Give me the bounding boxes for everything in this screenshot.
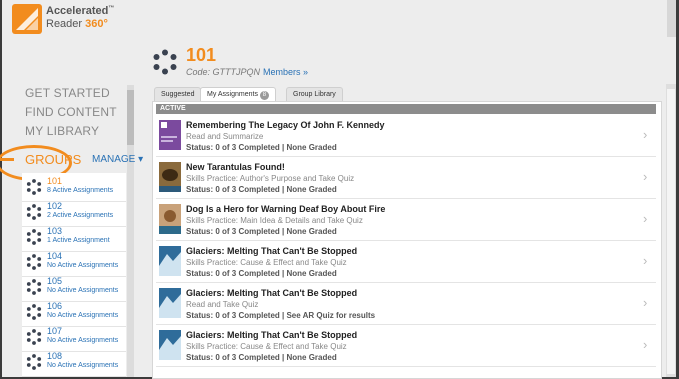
members-link[interactable]: Members » — [263, 67, 308, 77]
group-icon — [153, 49, 177, 75]
chevron-right-icon[interactable]: › — [643, 295, 647, 310]
assignment-status: Status: 0 of 3 Completed | See AR Quiz f… — [186, 311, 376, 320]
accelerated-reader-logo-icon — [12, 4, 42, 34]
group-icon — [26, 229, 42, 245]
assignment-activity: Skills Practice: Main Idea & Details and… — [186, 216, 363, 225]
group-code: Code: GTTTJPQN — [186, 67, 261, 77]
group-icon — [26, 254, 42, 270]
assignment-row[interactable]: Glaciers: Melting That Can't Be Stopped … — [156, 242, 656, 283]
assignment-activity: Skills Practice: Cause & Effect and Take… — [186, 342, 347, 351]
group-assignment-count: 8 Active Assignments — [47, 187, 114, 194]
groups-title: GROUPS — [25, 152, 82, 167]
assignment-activity: Read and Summarize — [186, 132, 264, 141]
tab-suggested[interactable]: Suggested — [154, 87, 202, 102]
assignment-status: Status: 0 of 3 Completed | None Graded — [186, 185, 337, 194]
assignment-status: Status: 0 of 3 Completed | None Graded — [186, 269, 337, 278]
group-name: 106 — [47, 301, 63, 311]
book-cover-thumbnail — [159, 246, 181, 276]
tab-my-assignments[interactable]: My Assignments 8 — [200, 87, 276, 102]
assignment-title: Glaciers: Melting That Can't Be Stopped — [186, 330, 358, 340]
assignment-title: Glaciers: Melting That Can't Be Stopped — [186, 246, 358, 256]
assignment-row[interactable]: New Tarantulas Found! Skills Practice: A… — [156, 158, 656, 199]
assignments-panel: Suggested My Assignments 8 Group Library … — [152, 84, 662, 379]
group-icon — [26, 329, 42, 345]
group-assignment-count: No Active Assignments — [47, 262, 119, 269]
group-name: 103 — [47, 226, 63, 236]
manage-groups-button[interactable]: MANAGE ▾ — [92, 154, 143, 165]
chevron-right-icon[interactable]: › — [643, 253, 647, 268]
chevron-right-icon[interactable]: › — [643, 169, 647, 184]
assignment-row[interactable]: Remembering The Legacy Of John F. Kenned… — [156, 116, 656, 157]
group-list-item[interactable]: 108 No Active Assignments — [22, 348, 126, 377]
nav-get-started[interactable]: GET STARTED — [25, 86, 110, 100]
group-assignment-count: 1 Active Assignment — [47, 237, 110, 244]
group-assignment-count: No Active Assignments — [47, 312, 119, 319]
group-name: 101 — [47, 176, 63, 186]
group-name: 102 — [47, 201, 63, 211]
assignment-row[interactable]: Dog Is a Hero for Warning Deaf Boy About… — [156, 200, 656, 241]
assignment-activity: Read and Take Quiz — [186, 300, 259, 309]
chevron-right-icon[interactable]: › — [643, 127, 647, 142]
book-cover-thumbnail — [159, 204, 181, 234]
group-code-line: Code: GTTTJPQN Members » — [186, 67, 308, 77]
tab-label: My Assignments — [207, 91, 258, 98]
header-edge — [667, 0, 676, 37]
group-name: 107 — [47, 326, 63, 336]
assignment-activity: Skills Practice: Author's Purpose and Ta… — [186, 174, 355, 183]
group-assignment-count: 2 Active Assignments — [47, 212, 114, 219]
group-name: 104 — [47, 251, 63, 261]
assignment-list: ACTIVE Remembering The Legacy Of John F.… — [152, 101, 662, 379]
group-name: 105 — [47, 276, 63, 286]
top-header: Accelerated™ Reader 360° — [2, 0, 676, 37]
assignment-title: Dog Is a Hero for Warning Deaf Boy About… — [186, 204, 386, 214]
group-number: 101 — [186, 45, 217, 65]
tab-bar: Suggested My Assignments 8 Group Library — [152, 84, 660, 102]
assignment-row[interactable]: Glaciers: Melting That Can't Be Stopped … — [156, 284, 656, 325]
assignment-count-badge: 8 — [259, 91, 269, 100]
group-name: 108 — [47, 351, 63, 361]
group-icon — [26, 204, 42, 220]
main-scrollbar[interactable] — [666, 84, 676, 377]
assignment-status: Status: 0 of 3 Completed | None Graded — [186, 353, 337, 362]
assignment-activity: Skills Practice: Cause & Effect and Take… — [186, 258, 347, 267]
book-cover-thumbnail — [159, 120, 181, 150]
nav-my-library[interactable]: MY LIBRARY — [25, 124, 99, 138]
group-list: 101 8 Active Assignments 102 2 Active As… — [22, 173, 126, 377]
book-cover-thumbnail — [159, 330, 181, 360]
group-assignment-count: No Active Assignments — [47, 287, 119, 294]
section-header-active: ACTIVE — [156, 104, 656, 114]
group-icon — [26, 279, 42, 295]
nav-find-content[interactable]: FIND CONTENT — [25, 105, 117, 119]
assignment-status: Status: 0 of 3 Completed | None Graded — [186, 227, 337, 236]
brand-line-2: Reader 360° — [46, 18, 108, 30]
book-cover-thumbnail — [159, 162, 181, 192]
brand-line-1: Accelerated™ — [46, 5, 115, 17]
group-icon — [26, 179, 42, 195]
chevron-right-icon[interactable]: › — [643, 211, 647, 226]
app-page: Accelerated™ Reader 360° 101 Code: GTTTJ… — [0, 0, 676, 379]
assignment-title: New Tarantulas Found! — [186, 162, 285, 172]
assignment-title: Remembering The Legacy Of John F. Kenned… — [186, 120, 385, 130]
group-icon — [26, 304, 42, 320]
groups-highlight-arrow — [0, 158, 14, 161]
assignment-row[interactable]: Glaciers: Melting That Can't Be Stopped … — [156, 326, 656, 367]
assignment-status: Status: 0 of 3 Completed | None Graded — [186, 143, 337, 152]
chevron-right-icon[interactable]: › — [643, 337, 647, 352]
tab-group-library[interactable]: Group Library — [286, 87, 343, 102]
group-icon — [26, 354, 42, 370]
assignment-title: Glaciers: Melting That Can't Be Stopped — [186, 288, 358, 298]
sidebar-scroll-thumb[interactable] — [127, 90, 134, 145]
main-scroll-thumb[interactable] — [667, 89, 675, 374]
sidebar-scrollbar[interactable] — [127, 85, 134, 377]
group-assignment-count: No Active Assignments — [47, 337, 119, 344]
book-cover-thumbnail — [159, 288, 181, 318]
group-assignment-count: No Active Assignments — [47, 362, 119, 369]
